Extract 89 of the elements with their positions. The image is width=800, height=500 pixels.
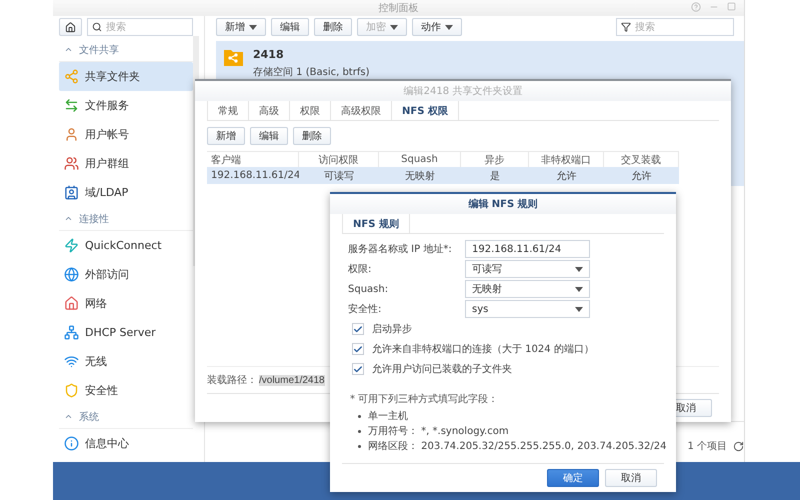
globe-icon [64,267,79,282]
sidebar-item[interactable]: QuickConnect [59,231,193,260]
toolbar-button[interactable]: 动作 [412,18,462,36]
section-header[interactable]: 系统 [59,405,193,429]
shared-folder-icon [224,47,243,66]
folder-volume: 存储空间 1 (Basic, btrfs) [253,66,370,79]
dialog-title: 编辑 NFS 规则 [330,194,676,214]
sidebar-item[interactable]: 文件服务 [59,91,193,120]
tab[interactable]: 权限 [289,101,330,120]
note-text: * 可用下列三种方式填写此字段： [350,392,500,406]
note-item: 单一主机 [368,410,408,423]
shield-icon [64,383,79,398]
tab[interactable]: 高级 [248,101,289,120]
tab[interactable]: 高级权限 [330,101,391,120]
folder-name: 2418 [253,48,285,61]
toolbar-button[interactable]: 新增 [216,18,266,36]
table-cell[interactable]: 可读写 [299,167,379,184]
checkbox[interactable] [352,363,364,375]
checkbox-label: 允许用户访问已装载的子文件夹 [372,362,512,376]
note-item: 网络区段： 203.74.205.32/255.255.255.0, 203.74.205.32/24 [368,440,666,453]
bullet-icon [358,414,361,418]
sidebar-item[interactable]: 共享文件夹 [59,62,193,91]
sidebar-item[interactable]: 网络 [59,289,193,318]
field-label: Squash: [348,284,390,294]
table-cell[interactable]: 无映射 [379,167,461,184]
table-cell[interactable]: 是 [461,167,529,184]
caret-icon [575,266,583,272]
table-cell[interactable]: 允许 [529,167,604,184]
network-icon [64,325,79,340]
sidebar-item[interactable]: 外部访问 [59,260,193,289]
note-item: 万用符号： *, *.synology.com [368,425,509,438]
checkbox-label: 允许来自非特权端口的连接（大于 1024 的端口） [372,342,594,356]
action-button[interactable]: 新增 [207,127,245,145]
checkbox[interactable] [352,343,364,355]
info-icon [64,436,79,451]
action-button[interactable]: 删除 [293,127,331,145]
sidebar-item[interactable]: 域/LDAP [59,178,193,207]
window-title: 控制面板 [378,2,418,15]
home-button[interactable] [59,18,82,36]
checkbox[interactable] [352,323,364,335]
share-icon [64,69,79,84]
caret-icon [575,286,583,292]
table-cell[interactable]: 192.168.11.61/24 [207,167,299,184]
tab[interactable]: NFS 权限 [391,101,459,120]
toolbar-button[interactable]: 删除 [314,18,352,36]
search-field[interactable]: 搜索 [87,18,193,36]
chevron-up-icon [64,412,73,421]
house-icon [64,296,79,311]
sidebar-item[interactable]: 无线 [59,347,193,376]
home-icon [65,22,76,32]
field-label: 权限: [348,262,372,276]
user-icon [64,127,79,142]
bullet-icon [358,444,361,448]
wifi-icon [64,354,79,369]
caret-icon [575,306,583,312]
sidebar-item[interactable]: 信息中心 [59,429,193,458]
ok-button[interactable]: 确定 [547,469,599,487]
field-label: 服务器名称或 IP 地址*: [348,242,453,256]
arrows-icon [64,98,79,113]
chevron-up-icon [64,45,73,54]
action-button[interactable]: 编辑 [250,127,288,145]
tab[interactable]: 常规 [207,101,248,120]
input-field[interactable]: 192.168.11.61/24 [465,240,590,258]
filter-search-field[interactable]: 搜索 [616,18,734,36]
lightning-icon [64,238,79,253]
toolbar-button[interactable]: 编辑 [271,18,309,36]
tab[interactable]: NFS 规则 [342,214,410,233]
contact-card-icon [64,185,79,200]
checkbox-label: 启动异步 [372,322,412,336]
users-icon [64,156,79,171]
cancel-button[interactable]: 取消 [605,469,657,487]
sidebar-item[interactable]: 用户帐号 [59,120,193,149]
mount-path-label: 装载路径： [207,374,257,387]
select-field[interactable]: 可读写 [465,260,590,278]
search-icon [92,22,102,32]
bullet-icon [358,430,361,432]
refresh-icon[interactable] [733,440,744,452]
mount-path: /volume1/2418 [259,374,325,386]
filter-icon [621,22,631,32]
sidebar-item[interactable]: DHCP Server [59,318,193,347]
sidebar-item[interactable]: 用户群组 [59,149,193,178]
chevron-up-icon [64,214,73,223]
item-count: 1 个项目 [687,440,727,453]
sidebar-item[interactable]: 安全性 [59,376,193,405]
select-field[interactable]: sys [465,300,590,318]
table-cell[interactable]: 允许 [604,167,679,184]
dialog-title: 编辑2418 共享文件夹设置 [195,81,731,101]
field-label: 安全性: [348,302,382,316]
select-field[interactable]: 无映射 [465,280,590,298]
